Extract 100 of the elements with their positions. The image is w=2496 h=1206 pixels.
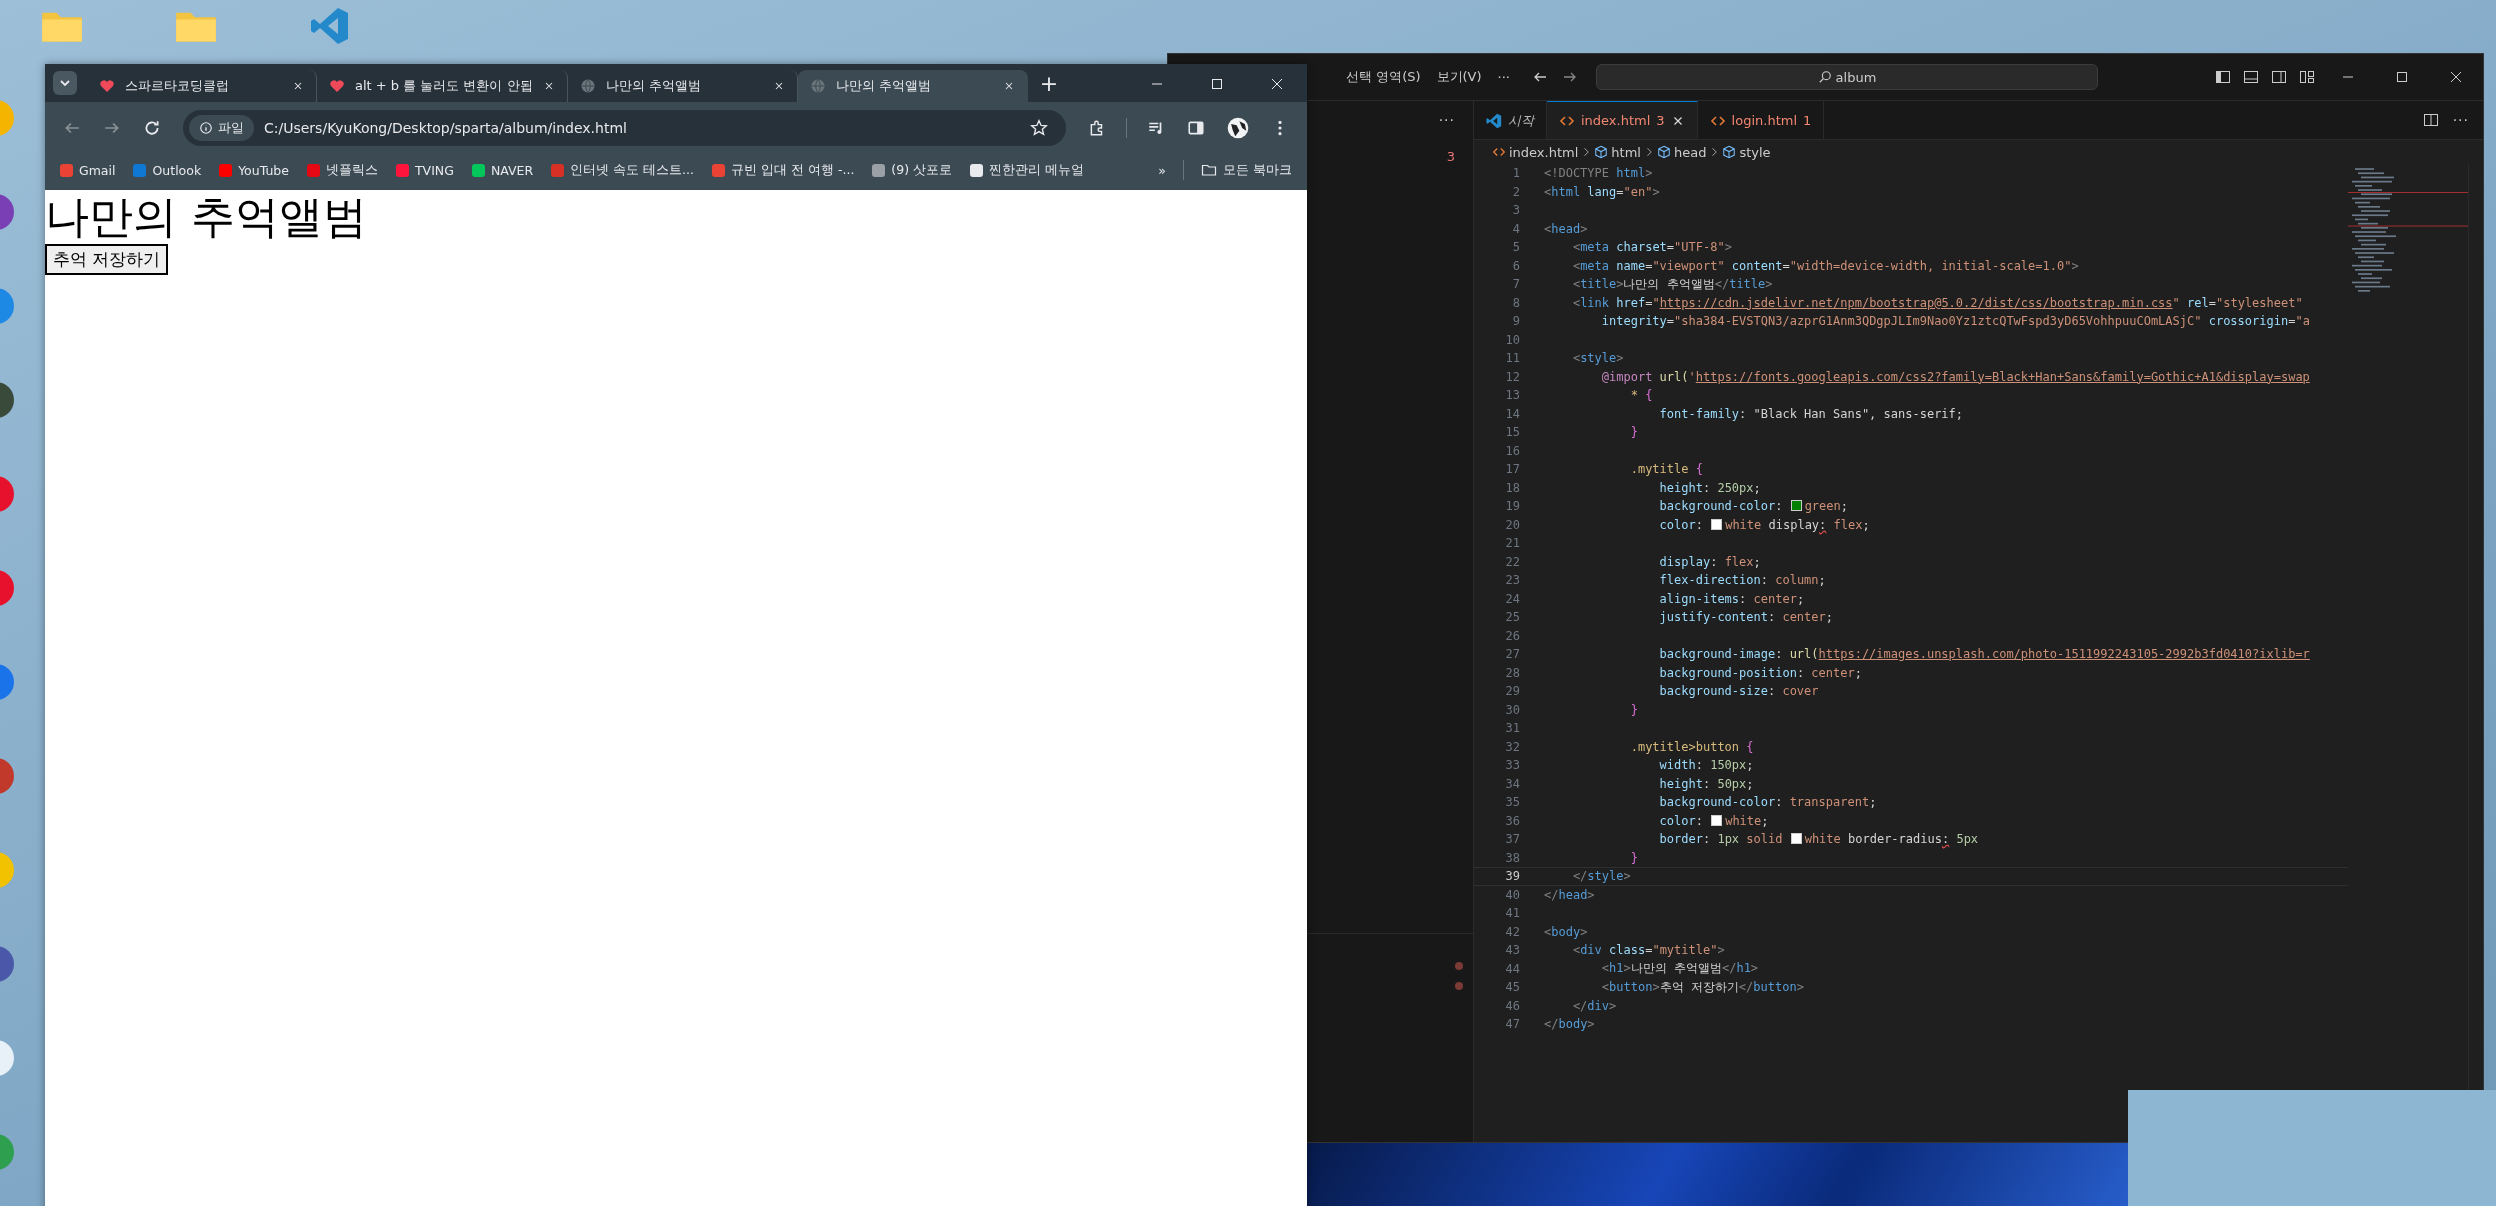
code-line: .mytitle>button { [1629,739,1754,754]
breadcrumb-item[interactable]: style [1722,144,1771,160]
code-line: font-family: "Black Han Sans", sans-serif; [1658,406,1964,421]
code-line: background-color: transparent; [1658,795,1877,810]
close-icon[interactable] [292,80,304,92]
heart-icon [329,78,345,94]
panel-toggle-icon[interactable] [2243,69,2259,85]
line-number: 1 [1511,166,1520,181]
menu-item[interactable]: 보기(V) [1428,68,1490,86]
tab-search-icon[interactable] [53,71,77,95]
reload-icon[interactable] [143,119,161,137]
code-editor-logo [1486,112,1502,129]
line-number: 13 [1504,388,1520,403]
line-number: 37 [1504,832,1520,847]
bookmark-link[interactable]: Gmail [53,162,123,178]
code-line: </head> [1544,887,1595,902]
marker-dot [1455,982,1463,990]
line-number: 43 [1504,943,1520,958]
line-number: 19 [1504,499,1520,514]
code-line: <html lang="en"> [1544,184,1660,199]
more-bookmarks-button[interactable]: » [1151,162,1173,178]
code-line: <meta name="viewport" content="width=device-width, initial-scale=1.0"> [1571,258,2079,273]
code-line: <head> [1544,221,1588,236]
cube-icon [1722,145,1737,159]
split-editor-icon[interactable] [2422,112,2439,128]
line-number: 39 [1504,869,1520,884]
info-icon [199,121,213,135]
bookmark-link[interactable]: (9) 삿포로 [865,161,960,179]
sidebar-toggle-icon[interactable] [2215,69,2231,85]
code-line: border: 1px solid white border-radius: 5px [1658,832,1979,847]
line-number: 20 [1504,517,1520,532]
line-number: 32 [1504,739,1520,754]
side-panel-icon[interactable] [1187,119,1205,137]
bookmark-link[interactable]: NAVER [464,162,541,178]
code-line: .mytitle { [1629,462,1703,477]
bookmark-link[interactable]: YouTube [212,162,296,178]
code-line: <body> [1544,924,1588,939]
code-line: background-size: cover [1658,684,1819,699]
profile-avatar-icon[interactable] [1227,117,1249,139]
more-actions-button[interactable]: ··· [1438,112,1455,128]
editor-tab[interactable]: index.html 3 [1547,101,1698,139]
close-icon[interactable] [1269,76,1285,92]
save-memory-button[interactable]: 추억 저장하기 [45,244,169,275]
site-info-chip[interactable]: 파일 [189,115,254,141]
line-number: 22 [1504,554,1520,569]
line-number: 11 [1504,351,1520,366]
secondary-sidebar-icon[interactable] [2271,69,2287,85]
breadcrumb-item[interactable]: head [1656,144,1707,160]
line-number: 25 [1504,610,1520,625]
line-number: 21 [1504,536,1520,551]
close-icon[interactable] [2448,69,2464,85]
line-number: 14 [1504,406,1520,421]
code-line: background-position: center; [1658,665,1862,680]
code-line: display: flex; [1658,554,1761,569]
breadcrumb-item[interactable]: index.html [1492,144,1579,160]
bookmark-link[interactable]: 넷플릭스 [300,161,385,179]
breadcrumb-item[interactable]: html [1594,144,1641,160]
cube-icon [1594,145,1609,159]
bookmark-link[interactable]: 인터넷 속도 테스트... [544,161,702,179]
line-number: 44 [1504,961,1520,976]
line-number: 38 [1504,850,1520,865]
globe-icon [579,78,596,94]
code-line: <link href="https://cdn.jsdelivr.net/npm/bootstrap@5.0.2/dist/css/bootstrap.min.css" rel="stylesheet" [1571,295,2303,310]
line-number: 41 [1504,906,1520,921]
star-icon[interactable] [1030,119,1048,137]
menu-item[interactable]: 선택 영역(S) [1338,68,1429,86]
menu-item[interactable]: ··· [1489,69,1518,85]
bookmark-link[interactable]: 규빈 입대 전 여행 -... [705,161,862,179]
more-actions-button[interactable]: ··· [2452,112,2469,128]
browser-tab[interactable]: 나만의 추억앨범 [797,70,1028,102]
code-line: background-color: green; [1658,499,1848,514]
bookmark-link[interactable]: 찐한관리 메뉴얼 [963,161,1092,179]
layout-icon[interactable] [2299,69,2315,85]
code-line: * { [1629,388,1653,403]
problem-count: 3 [1446,149,1455,166]
command-search-field[interactable]: album [1596,64,2098,90]
code-line: } [1629,425,1638,440]
code-line: width: 150px; [1658,758,1754,773]
code-line: flex-direction: column; [1658,573,1826,588]
code-line: <meta charset="UTF-8"> [1571,240,1732,255]
code-line: justify-content: center; [1658,610,1833,625]
url-text: C:/Users/KyuKong/Desktop/sparta/album/index.html [264,120,627,136]
code-brackets-icon [1492,145,1506,159]
code-line: @import url('https://fonts.googleapis.com/css2?family=Black+Han+Sans&family=Gothic+A1&display=swap [1600,369,2310,384]
code-line: </div> [1571,998,1617,1013]
line-number: 34 [1504,776,1520,791]
line-number: 36 [1504,813,1520,828]
maximize-icon[interactable] [2394,69,2410,85]
marker-dot [1455,962,1463,970]
maximize-icon[interactable] [1209,76,1225,92]
bookmark-link[interactable]: TVING [389,162,461,178]
bookmark-link[interactable]: Outlook [126,162,209,178]
line-number: 42 [1504,924,1520,939]
line-number: 7 [1511,277,1520,292]
page-heading: 나만의 추억앨범 [45,190,367,244]
new-tab-button[interactable]: + [1039,71,1059,96]
code-line: <h1>나만의 추억앨범</h1> [1600,960,1759,978]
all-bookmarks-button[interactable]: 모든 북마크 [1194,161,1299,179]
line-number: 33 [1504,758,1520,773]
line-number: 2 [1511,184,1520,199]
